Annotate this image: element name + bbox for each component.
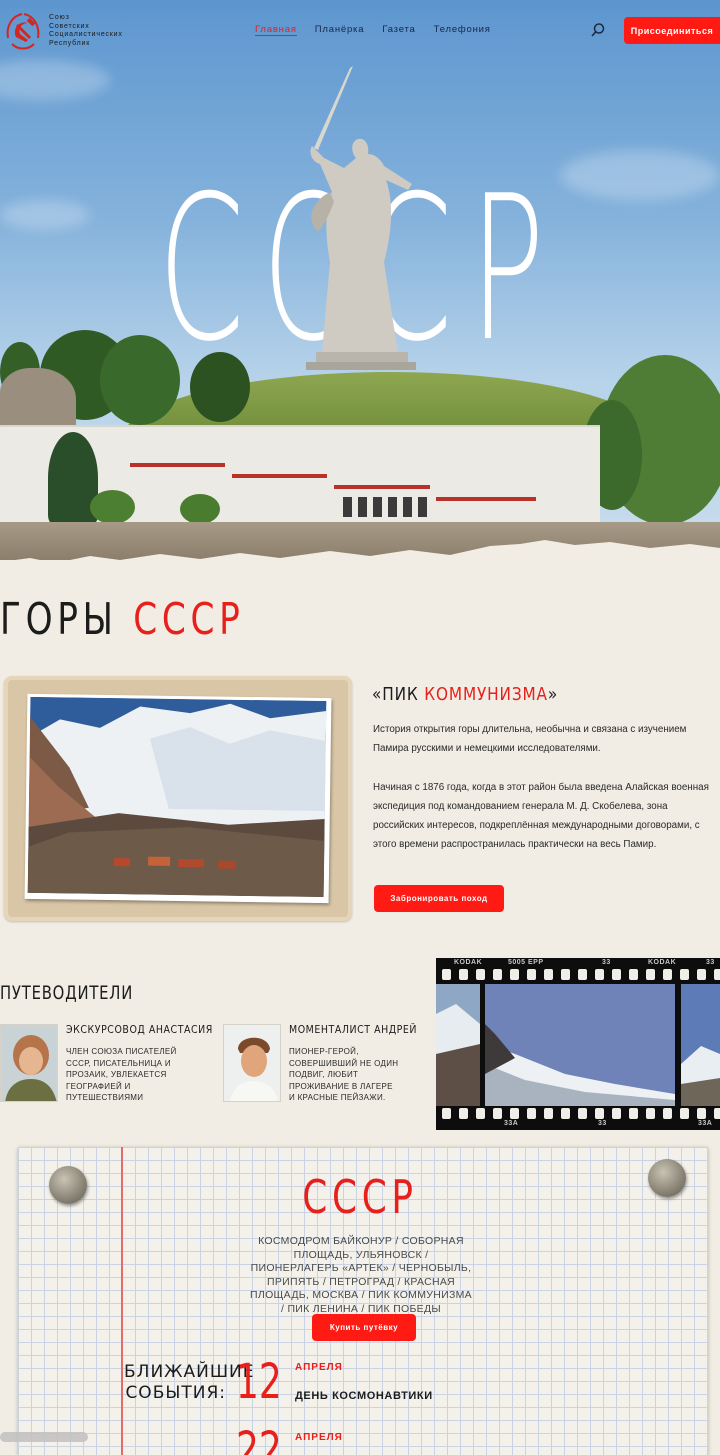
- motherland-statue: [306, 66, 416, 370]
- nav-planning[interactable]: Планёрка: [315, 24, 365, 36]
- event-day: 22: [236, 1422, 282, 1455]
- heading-accent: КОММУНИЗМА: [424, 684, 548, 705]
- book-hike-button[interactable]: Забронировать поход: [374, 885, 504, 912]
- film-sprocket-hole: [629, 1108, 638, 1119]
- mountain-image: [27, 696, 327, 898]
- events-title-line: СОБЫТИЯ:: [125, 1383, 226, 1403]
- film-sprocket-hole: [714, 969, 720, 980]
- film-sprocket-hole: [714, 1108, 720, 1119]
- film-label: KODAK: [648, 959, 677, 966]
- film-frame: [436, 984, 480, 1106]
- nav-home[interactable]: Главная: [255, 24, 297, 36]
- heading-prefix: «ПИК: [372, 684, 425, 705]
- peak-photo: [24, 693, 332, 904]
- film-frame: [681, 984, 720, 1106]
- film-sprocket-hole: [663, 1108, 672, 1119]
- film-sprocket-hole: [493, 969, 502, 980]
- film-sprocket-hole: [680, 1108, 689, 1119]
- avatar: [223, 1024, 281, 1102]
- film-sprocket-hole: [544, 969, 553, 980]
- peak-paragraph-2: Начиная с 1876 года, когда в этот район …: [373, 782, 709, 850]
- title-accent: СССР: [133, 594, 245, 645]
- film-sprocket-hole: [697, 969, 706, 980]
- film-label: 33A: [698, 1120, 713, 1127]
- film-label: 33: [598, 1120, 607, 1127]
- film-sprocket-hole: [629, 969, 638, 980]
- film-label: 33A: [504, 1120, 519, 1127]
- film-sprocket-hole: [510, 969, 519, 980]
- hammer-sickle-icon: [6, 13, 40, 50]
- logo-line: Социалистических: [49, 31, 123, 38]
- heading-suffix: »: [547, 684, 559, 705]
- film-label: 5005 EPP: [508, 959, 544, 966]
- nav-newspaper[interactable]: Газета: [382, 24, 415, 36]
- film-sprocket-hole: [595, 1108, 604, 1119]
- film-sprocket-hole: [459, 969, 468, 980]
- film-sprocket-hole: [561, 969, 570, 980]
- avatar: [0, 1024, 58, 1102]
- hero-banner: СССР Союз Советских Социалистических Рес…: [0, 0, 720, 560]
- tour-title: СССР: [302, 1170, 418, 1224]
- film-sprocket-hole: [646, 969, 655, 980]
- film-label: 33: [706, 959, 715, 966]
- logo[interactable]: Союз Советских Социалистических Республи…: [2, 10, 123, 52]
- film-sprocket-hole: [646, 1108, 655, 1119]
- peak-heading: «ПИК КОММУНИЗМА»: [372, 684, 558, 705]
- tour-places: КОСМОДРОМ БАЙКОНУР / СОБОРНАЯ ПЛОЩАДЬ, У…: [250, 1235, 472, 1315]
- guides-title: ПУТЕВОДИТЕЛИ: [0, 982, 134, 1004]
- film-label: 33: [602, 959, 611, 966]
- join-button[interactable]: Присоединиться: [624, 17, 720, 44]
- event-name[interactable]: ДЕНЬ КОСМОНАВТИКИ: [295, 1390, 433, 1402]
- film-sprocket-hole: [663, 969, 672, 980]
- logo-line: Союз: [49, 14, 70, 21]
- film-strip: KODAK 5005 EPP 33 KODAK 33 33A 33 33A: [436, 958, 720, 1130]
- torn-paper-edge: [0, 540, 720, 576]
- film-sprocket-hole: [612, 969, 621, 980]
- events-title-line: БЛИЖАЙШИЕ: [124, 1362, 255, 1382]
- logo-line: Советских: [49, 22, 90, 30]
- film-sprocket-hole: [578, 1108, 587, 1119]
- buy-tour-button[interactable]: Купить путёвку: [312, 1314, 416, 1341]
- film-sprocket-hole: [544, 1108, 553, 1119]
- guide-name: МОМЕНТАЛИСТ АНДРЕЙ: [289, 1024, 418, 1036]
- guide-name: ЭКСКУРСОВОД АНАСТАСИЯ: [66, 1024, 213, 1036]
- search-icon[interactable]: [590, 22, 606, 38]
- nav-telephony[interactable]: Телефония: [434, 24, 491, 36]
- guide-description: ПИОНЕР-ГЕРОЙ, СОВЕРШИВШИЙ НЕ ОДИН ПОДВИГ…: [289, 1047, 399, 1102]
- guide-description: ЧЛЕН СОЮЗА ПИСАТЕЛЕЙ СССР, ПИСАТЕЛЬНИЦА …: [66, 1047, 177, 1102]
- film-sprocket-hole: [442, 969, 451, 980]
- film-sprocket-hole: [697, 1108, 706, 1119]
- film-sprocket-hole: [680, 969, 689, 980]
- film-sprocket-hole: [442, 1108, 451, 1119]
- film-sprocket-hole: [459, 1108, 468, 1119]
- film-frame: [485, 984, 675, 1106]
- film-sprocket-hole: [476, 1108, 485, 1119]
- guide-card-andrey[interactable]: МОМЕНТАЛИСТ АНДРЕЙ ПИОНЕР-ГЕРОЙ, СОВЕРШИ…: [223, 1024, 431, 1104]
- guide-card-anastasia[interactable]: ЭКСКУРСОВОД АНАСТАСИЯ ЧЛЕН СОЮЗА ПИСАТЕЛ…: [0, 1024, 229, 1104]
- film-sprocket-hole: [612, 1108, 621, 1119]
- section-title-mountains: ГОРЫ СССР: [0, 594, 245, 645]
- event-month: АПРЕЛЯ: [295, 1432, 343, 1443]
- event-day: 12: [236, 1354, 282, 1410]
- film-sprocket-hole: [510, 1108, 519, 1119]
- film-sprocket-hole: [561, 1108, 570, 1119]
- film-sprocket-hole: [476, 969, 485, 980]
- stamp-frame: [4, 676, 352, 921]
- event-month: АПРЕЛЯ: [295, 1362, 343, 1373]
- main-nav: Главная Планёрка Газета Телефония: [255, 24, 491, 36]
- logo-line: Республик: [49, 39, 91, 47]
- film-sprocket-hole: [595, 969, 604, 980]
- horizontal-scrollbar[interactable]: [0, 1432, 88, 1442]
- events-title: БЛИЖАЙШИЕ СОБЫТИЯ:: [124, 1362, 255, 1404]
- pin-icon: [648, 1159, 686, 1197]
- film-sprocket-hole: [527, 969, 536, 980]
- peak-paragraph-1: История открытия горы длительна, необычн…: [373, 724, 687, 754]
- film-label: KODAK: [454, 959, 483, 966]
- film-sprocket-hole: [493, 1108, 502, 1119]
- title-word: ГОРЫ: [0, 594, 118, 645]
- rock-sculpture: [0, 368, 76, 430]
- film-sprocket-hole: [527, 1108, 536, 1119]
- film-sprocket-hole: [578, 969, 587, 980]
